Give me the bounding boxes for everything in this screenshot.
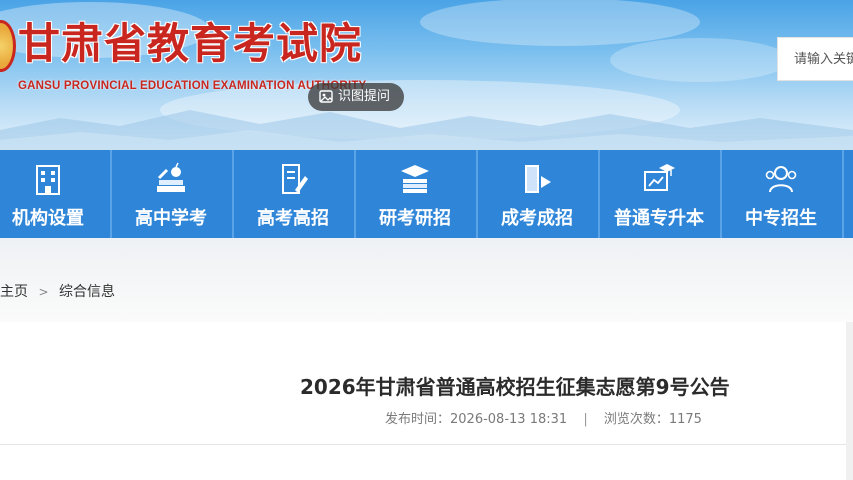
site-header: 甘肃省教育考试院 GANSU PROVINCIAL EDUCATION EXAM… (0, 0, 853, 150)
nav-label: 高考高招 (257, 208, 329, 229)
breadcrumb: 主页 > 综合信息 (0, 281, 115, 301)
nav-item-overflow[interactable] (842, 150, 853, 238)
book-flag-icon (525, 165, 551, 193)
search-input[interactable] (778, 38, 853, 80)
mountains-decoration (0, 110, 853, 150)
breadcrumb-home-link[interactable]: 主页 (0, 284, 28, 300)
users-icon (765, 166, 797, 193)
building-icon (36, 165, 60, 195)
breadcrumb-current-link[interactable]: 综合信息 (59, 284, 115, 300)
site-title: 甘肃省教育考试院 (18, 19, 363, 68)
nav-item-vocational[interactable]: 中专招生 (720, 150, 840, 238)
graduation-books-icon (401, 165, 429, 193)
search-box (777, 37, 853, 81)
views-count: 1175 (668, 412, 702, 427)
nav-label: 普通专升本 (614, 208, 704, 229)
views-label: 浏览次数： (603, 412, 669, 427)
nav-label: 机构设置 (12, 208, 84, 229)
breadcrumb-separator: > (38, 285, 49, 299)
meta-separator: | (583, 412, 588, 427)
nav-item-high-school-exam[interactable]: 高中学考 (110, 150, 230, 238)
books-apple-icon (157, 162, 185, 192)
nav-item-adult-exam[interactable]: 成考成招 (476, 150, 596, 238)
article-meta: 发布时间：2026-08-13 18:31 | 浏览次数：1175 (385, 408, 702, 427)
scroll-gutter (846, 322, 853, 480)
image-scan-icon (319, 90, 333, 103)
article-title: 2026年甘肃省普通高校招生征集志愿第9号公告 (300, 375, 730, 399)
article-container (0, 322, 853, 480)
board-cap-icon (644, 164, 675, 191)
main-nav: 机构设置 高中学考 高考高招 研考研招 成考成招 普通专升本 中专招生 (0, 150, 853, 238)
nav-label: 成考成招 (501, 208, 573, 229)
ocr-button-label: 识图提问 (338, 89, 391, 104)
nav-label: 高中学考 (135, 208, 207, 229)
breadcrumb-band (0, 238, 853, 322)
nav-item-organization[interactable]: 机构设置 (0, 150, 108, 238)
document-pen-icon (282, 164, 308, 194)
nav-label: 研考研招 (379, 208, 451, 229)
publish-time: 2026-08-13 18:31 (450, 412, 568, 427)
nav-item-postgraduate[interactable]: 研考研招 (354, 150, 474, 238)
publish-label: 发布时间： (385, 412, 451, 427)
ocr-question-button[interactable]: 识图提问 (308, 83, 404, 111)
nav-label: 中专招生 (745, 208, 817, 229)
article-divider (0, 444, 846, 445)
nav-item-gaokao[interactable]: 高考高招 (232, 150, 352, 238)
nav-item-upgrade-undergrad[interactable]: 普通专升本 (598, 150, 718, 238)
